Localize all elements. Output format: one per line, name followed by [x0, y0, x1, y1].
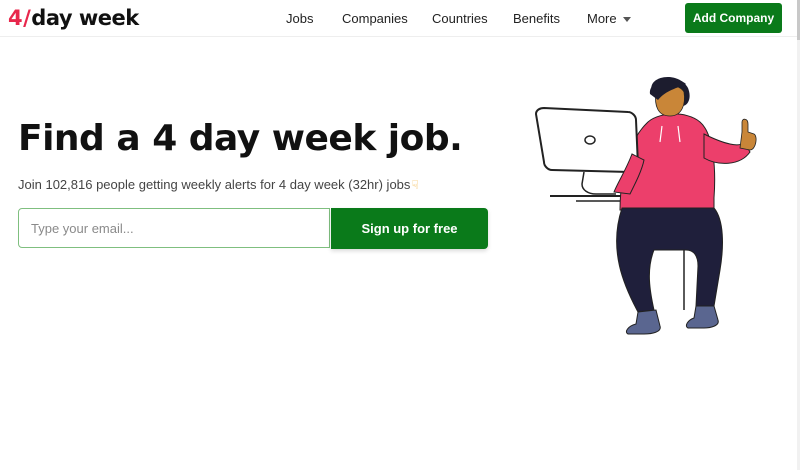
person-at-computer-illustration [534, 76, 757, 335]
nav-more-label: More [587, 11, 617, 26]
sign-up-button[interactable]: Sign up for free [331, 208, 488, 249]
nav-more[interactable]: More [587, 11, 631, 26]
site-header: 4/day week Jobs Companies Countries Bene… [0, 0, 797, 37]
logo-text: day week [31, 6, 139, 30]
left-shoe [625, 309, 661, 335]
nav-countries[interactable]: Countries [432, 11, 488, 26]
right-shoe [685, 305, 719, 329]
chevron-down-icon [622, 17, 631, 23]
pants [616, 207, 723, 313]
monitor-stand [581, 171, 616, 195]
monitor-logo [584, 135, 596, 145]
hero-subtitle-text: Join 102,816 people getting weekly alert… [18, 177, 411, 192]
logo-slash: / [23, 6, 31, 30]
hero-subtitle: Join 102,816 people getting weekly alert… [18, 177, 419, 192]
nav-benefits[interactable]: Benefits [513, 11, 560, 26]
nav-companies[interactable]: Companies [342, 11, 408, 26]
thumbs-up-hand [739, 118, 757, 151]
hero-title: Find a 4 day week job. [18, 118, 463, 159]
email-input[interactable] [18, 208, 330, 248]
pointing-down-hand-icon: ☟ [411, 178, 419, 192]
logo-number: 4 [8, 6, 23, 30]
nav-jobs[interactable]: Jobs [286, 11, 313, 26]
add-company-button[interactable]: Add Company [685, 3, 782, 33]
site-logo[interactable]: 4/day week [8, 3, 139, 33]
